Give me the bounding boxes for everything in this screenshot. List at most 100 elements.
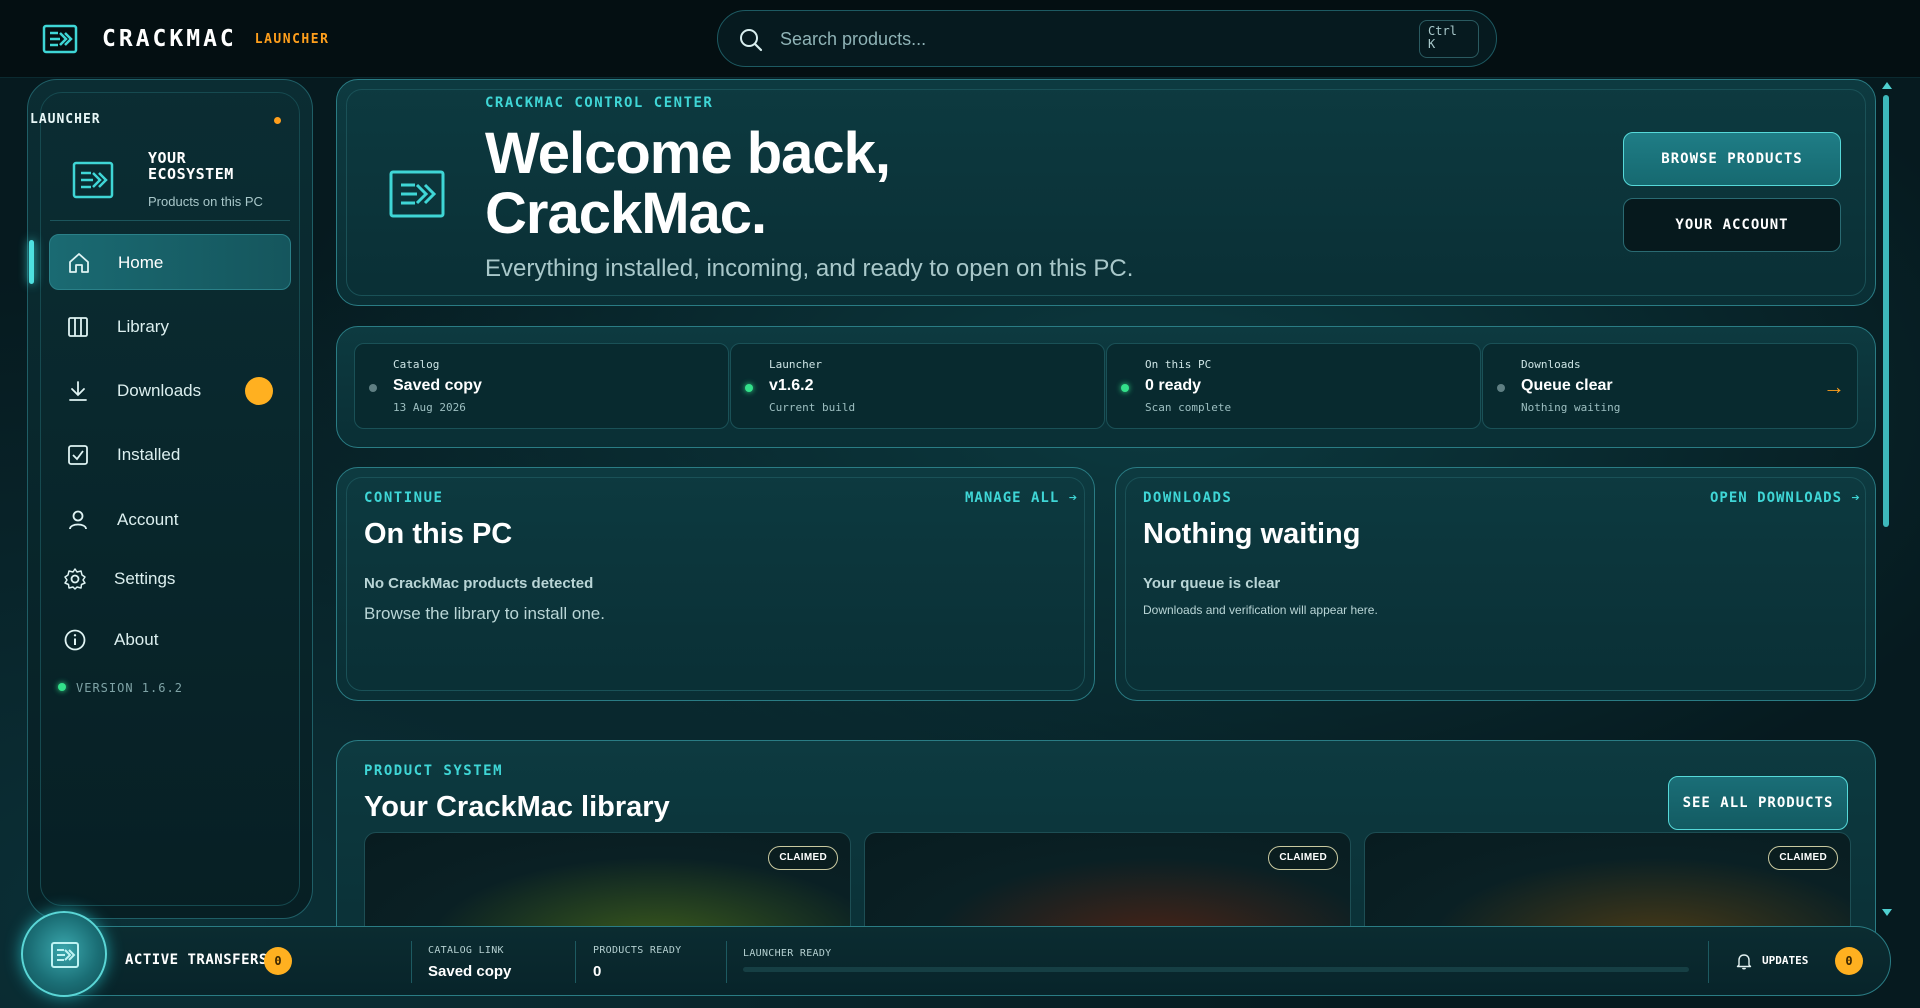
downloads-card: DOWNLOADS OPEN DOWNLOADS ➔ Nothing waiti… — [1115, 467, 1876, 701]
crackmac-logo-icon — [51, 942, 79, 968]
scroll-up-arrow-icon[interactable] — [1882, 82, 1892, 89]
launcher-ready-label: LAUNCHER READY — [743, 948, 832, 959]
status-label: Launcher — [769, 358, 822, 371]
active-transfers-label: ACTIVE TRANSFERS — [125, 952, 268, 968]
info-icon — [64, 629, 86, 651]
open-downloads-link[interactable]: OPEN DOWNLOADS ➔ — [1710, 490, 1861, 506]
sidebar-item-label: Settings — [114, 569, 176, 588]
sidebar-item-about[interactable]: About — [46, 612, 288, 668]
your-account-button[interactable]: YOUR ACCOUNT — [1623, 198, 1841, 252]
status-label: On this PC — [1145, 358, 1212, 371]
scroll-down-arrow-icon[interactable] — [1882, 909, 1892, 916]
app-name: CRACKMAC — [102, 26, 237, 52]
library-title: Your CrackMac library — [364, 791, 670, 823]
card-title: Nothing waiting — [1143, 518, 1361, 550]
browse-products-button[interactable]: BROWSE PRODUCTS — [1623, 132, 1841, 186]
hero-subtitle: Everything installed, incoming, and read… — [485, 255, 1134, 282]
sidebar-item-library[interactable]: Library — [49, 299, 291, 355]
top-bar: CRACKMAC LAUNCHER Ctrl K — [0, 0, 1920, 78]
status-dot — [369, 384, 377, 392]
ecosystem-icon — [72, 161, 114, 199]
sidebar-item-label: Library — [117, 317, 169, 336]
updates-count: 0 — [1835, 947, 1863, 975]
version-status-dot — [58, 683, 66, 691]
card-status: Your queue is clear — [1143, 575, 1281, 592]
library-icon — [68, 317, 88, 337]
status-value: 0 ready — [1145, 377, 1202, 394]
crackmac-logo-icon — [389, 170, 445, 218]
sidebar-item-home[interactable]: Home — [49, 234, 291, 290]
sidebar-item-installed[interactable]: Installed — [49, 427, 291, 483]
status-dot — [1121, 384, 1129, 392]
hero-panel: CRACKMAC CONTROL CENTER Welcome back, Cr… — [336, 79, 1876, 306]
card-title: On this PC — [364, 518, 513, 550]
status-label: Downloads — [1521, 358, 1581, 371]
catalog-link-label: CATALOG LINK — [428, 945, 504, 956]
catalog-link-value: Saved copy — [428, 963, 512, 980]
search-icon — [740, 29, 763, 52]
active-transfers-count: 0 — [264, 947, 292, 975]
updates-label[interactable]: UPDATES — [1762, 954, 1808, 967]
hero-title: Welcome back, CrackMac. — [485, 121, 891, 246]
sidebar-item-label: Account — [117, 510, 179, 529]
status-dot — [1497, 384, 1505, 392]
notification-dot — [274, 117, 281, 124]
products-ready-value: 0 — [593, 963, 602, 980]
status-label: Catalog — [393, 358, 440, 371]
sidebar-item-label: Home — [118, 253, 164, 272]
status-panel: Catalog Saved copy 13 Aug 2026 Launcher … — [336, 326, 1876, 448]
card-text: Downloads and verification will appear h… — [1143, 603, 1378, 617]
claimed-badge: CLAIMED — [768, 846, 838, 870]
app-tag: LAUNCHER — [254, 31, 330, 47]
library-eyebrow: PRODUCT SYSTEM — [364, 763, 504, 779]
manage-all-link[interactable]: MANAGE ALL ➔ — [965, 490, 1078, 506]
status-card-on-this-pc: On this PC 0 ready Scan complete — [1106, 343, 1481, 429]
ecosystem-subtitle: Products on this PC — [148, 194, 263, 209]
brand[interactable]: CRACKMAC LAUNCHER — [42, 20, 329, 58]
card-text: Browse the library to install one. — [364, 604, 605, 623]
downloads-badge — [245, 377, 273, 405]
arrow-right-icon[interactable]: → — [1823, 374, 1845, 400]
sidebar-item-label: Installed — [117, 445, 181, 464]
status-dot — [745, 384, 753, 392]
transfers-orb-button[interactable] — [21, 911, 107, 997]
sidebar-label: LAUNCHER — [30, 112, 101, 127]
search-input[interactable] — [780, 23, 1380, 55]
sidebar-item-label: About — [114, 630, 159, 649]
home-icon — [69, 253, 89, 273]
hero-eyebrow: CRACKMAC CONTROL CENTER — [485, 95, 714, 111]
status-note: 13 Aug 2026 — [393, 401, 466, 414]
bottom-status-bar: ACTIVE TRANSFERS 0 CATALOG LINK Saved co… — [29, 926, 1891, 996]
status-note: Nothing waiting — [1521, 401, 1621, 414]
status-card-catalog: Catalog Saved copy 13 Aug 2026 — [354, 343, 729, 429]
user-icon — [69, 510, 87, 530]
status-card-downloads[interactable]: Downloads Queue clear Nothing waiting → — [1482, 343, 1858, 429]
card-eyebrow: DOWNLOADS — [1143, 490, 1233, 506]
status-note: Current build — [769, 401, 856, 414]
sidebar-item-account[interactable]: Account — [49, 492, 291, 548]
active-indicator — [29, 240, 34, 284]
products-ready-label: PRODUCTS READY — [593, 945, 682, 956]
sidebar-item-settings[interactable]: Settings — [46, 551, 288, 607]
continue-card: CONTINUE MANAGE ALL ➔ On this PC No Crac… — [336, 467, 1095, 701]
version-label: VERSION 1.6.2 — [76, 681, 183, 695]
download-icon — [69, 381, 87, 401]
shortcut-hint: Ctrl K — [1419, 20, 1479, 58]
crackmac-logo-icon — [42, 24, 78, 54]
status-value: Saved copy — [393, 377, 482, 394]
scrollbar-thumb[interactable] — [1883, 95, 1889, 527]
see-all-products-button[interactable]: SEE ALL PRODUCTS — [1668, 776, 1848, 830]
card-status: No CrackMac products detected — [364, 575, 594, 592]
claimed-badge: CLAIMED — [1268, 846, 1338, 870]
sidebar-divider — [50, 220, 290, 221]
status-value: Queue clear — [1521, 377, 1613, 394]
gear-icon — [64, 568, 86, 590]
claimed-badge: CLAIMED — [1768, 846, 1838, 870]
launcher-progress-bar — [743, 967, 1689, 972]
sidebar-item-downloads[interactable]: Downloads — [49, 363, 291, 419]
checkbox-icon — [68, 445, 88, 465]
ecosystem-title: YOUR ECOSYSTEM — [148, 149, 234, 183]
status-value: v1.6.2 — [769, 377, 814, 394]
bell-icon[interactable] — [1736, 952, 1752, 970]
status-card-launcher: Launcher v1.6.2 Current build — [730, 343, 1105, 429]
